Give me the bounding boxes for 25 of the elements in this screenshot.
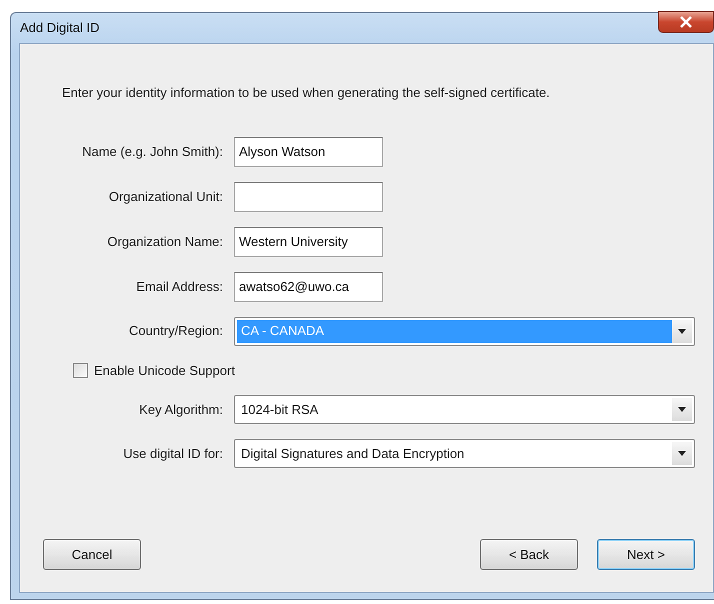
checkbox-label: Enable Unicode Support bbox=[94, 362, 235, 380]
text-field[interactable]: awatso62@uwo.ca bbox=[234, 272, 383, 302]
field-label: Organizational Unit: bbox=[108, 188, 223, 206]
field-label: Organization Name: bbox=[106, 232, 223, 251]
field-label: Use digital ID for: bbox=[122, 444, 223, 463]
dropdown[interactable]: 1024-bit RSA bbox=[234, 395, 695, 424]
caret-icon bbox=[678, 328, 686, 334]
field-label: Country/Region: bbox=[128, 322, 223, 340]
field-label: Email Address: bbox=[135, 278, 223, 296]
checkbox[interactable] bbox=[73, 362, 88, 378]
close-button[interactable] bbox=[658, 11, 714, 33]
window-title: Add Digital ID bbox=[20, 19, 100, 38]
dialog-button[interactable]: Next > bbox=[597, 539, 695, 570]
text-field[interactable]: Western University bbox=[234, 226, 383, 256]
caret-icon bbox=[678, 451, 686, 456]
dialog-button[interactable]: Cancel bbox=[43, 539, 141, 570]
dropdown[interactable]: Digital Signatures and Data Encryption bbox=[234, 439, 695, 468]
text-field[interactable]: Alyson Watson bbox=[234, 136, 383, 166]
dialog-button[interactable]: < Back bbox=[480, 539, 578, 570]
field-label: Key Algorithm: bbox=[138, 400, 223, 419]
field-label: Name (e.g. John Smith): bbox=[81, 142, 223, 161]
text-field[interactable] bbox=[234, 182, 383, 212]
caret-icon bbox=[678, 407, 686, 412]
instruction-text: Enter your identity information to be used when generating the self-signed certificate. bbox=[62, 84, 551, 102]
close-icon bbox=[679, 16, 693, 28]
